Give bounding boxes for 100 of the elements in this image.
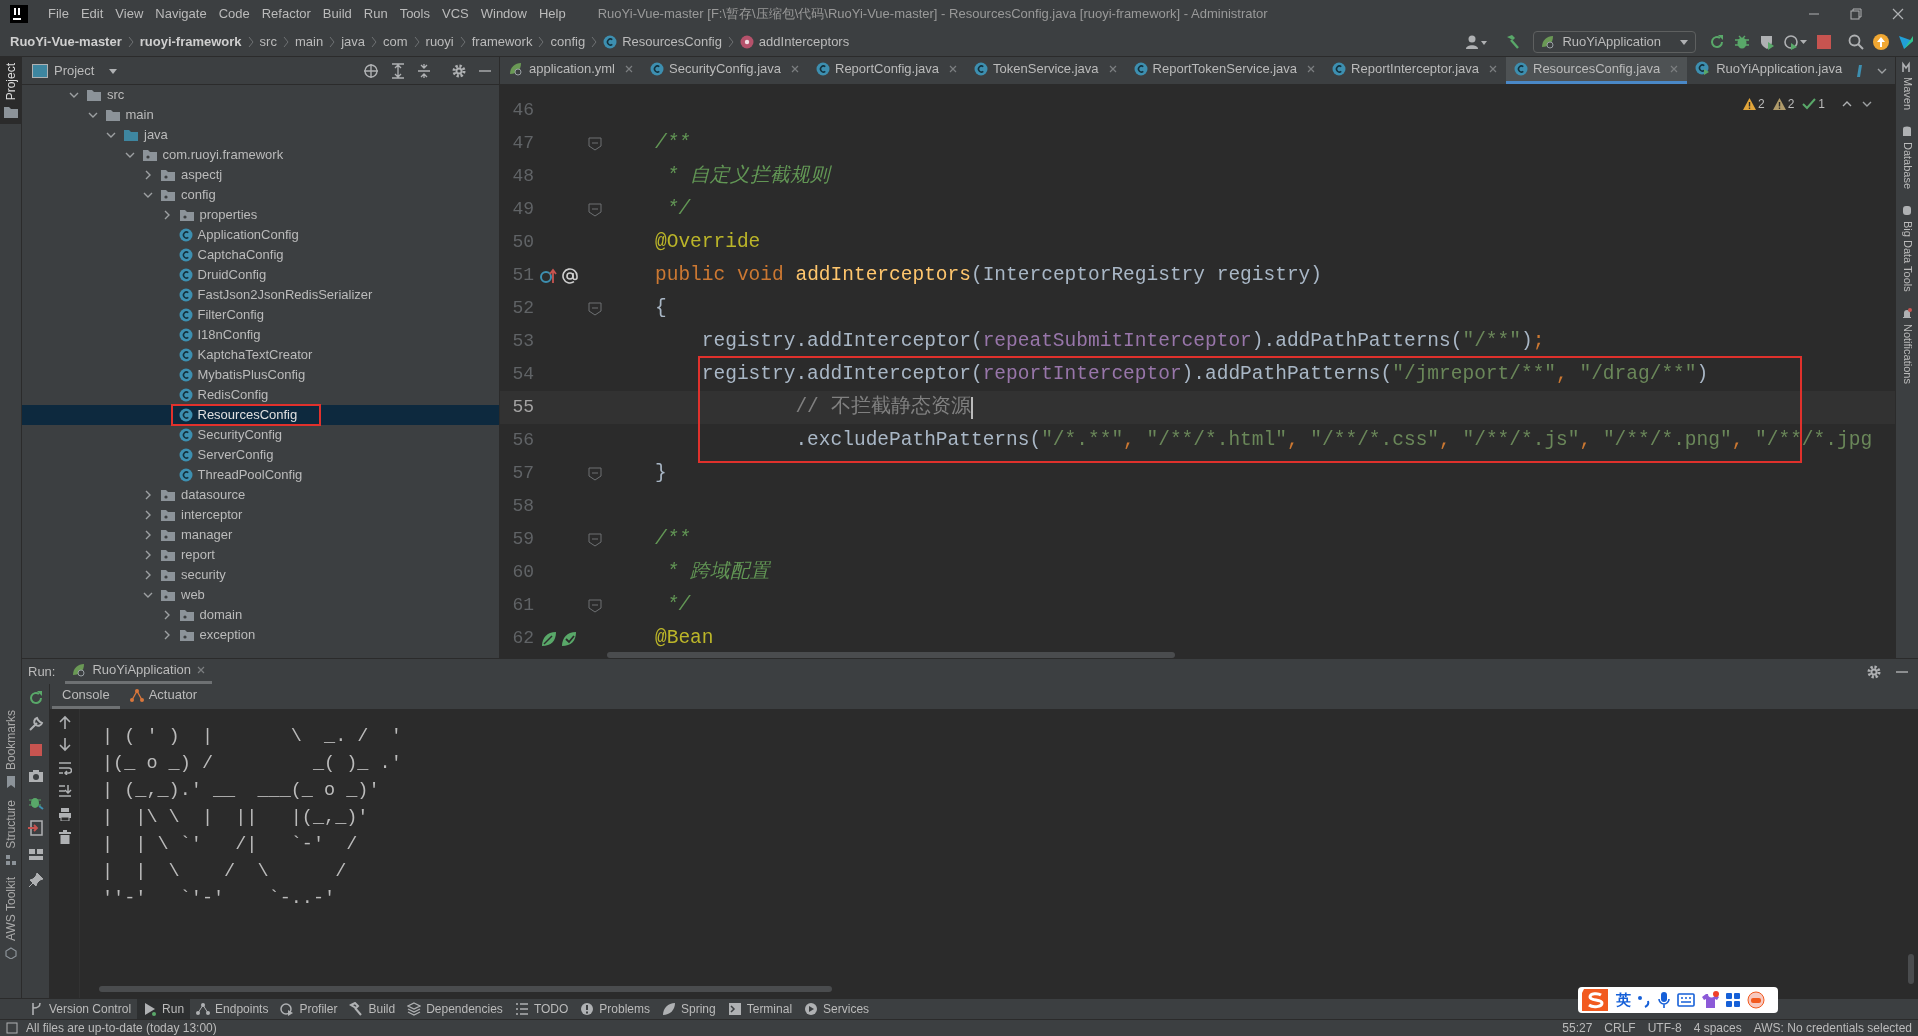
tool-window-button[interactable]: Services (798, 999, 876, 1019)
rerun-icon[interactable] (1709, 34, 1725, 50)
tree-row[interactable]: FastJson2JsonRedisSerializer (22, 285, 499, 305)
editor-tab[interactable]: ReportTokenService.java (1125, 57, 1325, 84)
tree-row[interactable]: main (22, 105, 499, 125)
close-icon[interactable] (948, 64, 959, 74)
menu-item[interactable]: File (42, 4, 75, 24)
status-item[interactable]: CRLF (1604, 1019, 1636, 1036)
status-item[interactable]: UTF-8 (1647, 1019, 1682, 1036)
close-icon[interactable] (1488, 64, 1498, 74)
tree-row[interactable]: manager (22, 525, 499, 545)
editor-tab[interactable]: SecurityConfig.java (642, 57, 808, 84)
print-icon[interactable] (57, 807, 72, 821)
side-tab[interactable]: Structure (0, 794, 21, 872)
arrow-down-icon[interactable] (57, 738, 72, 752)
tree-row[interactable]: MybatisPlusConfig (22, 365, 499, 385)
breadcrumb-item[interactable]: addInterceptors (758, 32, 850, 52)
ime-mode[interactable]: 英 (1616, 988, 1631, 1012)
tool-window-button[interactable]: Run (137, 999, 191, 1019)
breadcrumb-item[interactable]: main (294, 32, 324, 52)
soft-wrap-icon[interactable] (57, 761, 72, 775)
status-item[interactable]: 55:27 (1562, 1019, 1593, 1036)
tree-row[interactable]: SecurityConfig (22, 425, 499, 445)
vertical-scrollbar[interactable] (1908, 954, 1914, 984)
menu-item[interactable]: Navigate (149, 4, 213, 24)
fold-marker-icon[interactable] (588, 466, 602, 481)
tree-row[interactable]: domain (22, 605, 499, 625)
editor-tab[interactable]: ReportInterceptor.java (1324, 57, 1506, 84)
tree-row[interactable]: ApplicationConfig (22, 225, 499, 245)
breadcrumb-item[interactable]: ruoyi (425, 32, 454, 52)
camera-icon[interactable] (27, 768, 44, 784)
editor-tab[interactable]: TokenService.java (966, 57, 1126, 84)
tool-window-button[interactable]: Terminal (721, 999, 799, 1019)
tree-row[interactable]: I18nConfig (22, 325, 499, 345)
collapse-all-icon[interactable] (417, 62, 431, 79)
tool-window-button[interactable]: Dependencies (401, 999, 509, 1019)
wrench-icon[interactable] (27, 716, 44, 732)
breadcrumb-item[interactable]: framework (471, 32, 533, 52)
status-item[interactable]: AWS: No credentials selected (1753, 1019, 1912, 1036)
close-icon[interactable] (1306, 64, 1317, 74)
close-icon[interactable] (790, 64, 800, 74)
breadcrumb-item[interactable]: RuoYi-Vue-master (10, 32, 122, 52)
tree-row[interactable]: ThreadPoolConfig (22, 465, 499, 485)
mascot-icon[interactable] (1747, 991, 1765, 1009)
menu-item[interactable]: Edit (74, 4, 110, 24)
breadcrumb-item[interactable]: ruoyi-framework (139, 32, 242, 52)
breadcrumb-item[interactable]: src (259, 32, 277, 52)
pin-icon[interactable] (27, 872, 44, 888)
tool-window-button[interactable]: Spring (656, 999, 722, 1019)
layout-icon[interactable] (27, 846, 44, 862)
tree-row[interactable]: com.ruoyi.framework (22, 145, 499, 165)
menu-item[interactable]: Build (316, 4, 358, 24)
horizontal-scrollbar[interactable] (607, 652, 1175, 658)
tool-window-button[interactable]: Profiler (274, 999, 344, 1019)
editor-tab[interactable]: ResourcesConfig.java (1506, 57, 1688, 84)
tree-row[interactable]: aspectj (22, 165, 499, 185)
tree-row[interactable]: config (22, 185, 499, 205)
tree-row[interactable]: web (22, 585, 499, 605)
tool-window-button[interactable]: Endpoints (190, 999, 275, 1019)
horizontal-scrollbar[interactable] (99, 986, 832, 992)
close-icon[interactable] (1892, 8, 1904, 20)
editor-tab[interactable]: RuoYiApplication.java (1687, 57, 1851, 84)
breadcrumb-item[interactable]: com (383, 32, 408, 52)
debug-icon[interactable] (1734, 34, 1750, 50)
app-logo-icon[interactable] (10, 5, 28, 23)
ime-logo-icon[interactable] (1580, 987, 1610, 1013)
settings-icon[interactable] (451, 62, 467, 79)
profile-icon[interactable] (1784, 34, 1808, 50)
rerun-icon[interactable] (27, 690, 44, 706)
side-tab[interactable]: Database (1901, 126, 1913, 190)
tree-row[interactable]: RedisConfig (22, 385, 499, 405)
plugin-icon[interactable] (1898, 34, 1914, 50)
tree-row[interactable]: datasource (22, 485, 499, 505)
side-tab[interactable]: AWS Toolkit (0, 871, 21, 966)
console-tab[interactable]: Actuator (119, 684, 208, 709)
tree-row[interactable]: properties (22, 205, 499, 225)
menu-item[interactable]: VCS (436, 4, 475, 24)
shield-icon[interactable] (1759, 34, 1775, 50)
menu-item[interactable]: Code (212, 4, 256, 24)
breadcrumb-item[interactable]: config (550, 32, 586, 52)
tree-row[interactable]: report (22, 545, 499, 565)
update-icon[interactable] (1873, 34, 1889, 50)
trash-icon[interactable] (57, 830, 72, 844)
fold-marker-icon[interactable] (588, 532, 602, 547)
breadcrumb-item[interactable]: ResourcesConfig (622, 32, 722, 52)
side-tab[interactable]: Bookmarks (0, 704, 21, 795)
fold-marker-icon[interactable] (588, 301, 602, 316)
settings-icon[interactable] (1866, 663, 1882, 680)
grid-icon[interactable] (1725, 992, 1741, 1008)
side-tab[interactable]: Maven (1901, 61, 1913, 111)
menu-item[interactable]: Refactor (255, 4, 317, 24)
tree-row[interactable]: exception (22, 625, 499, 645)
crosshair-icon[interactable] (363, 62, 379, 79)
restore-icon[interactable] (1850, 8, 1862, 20)
stop-icon[interactable] (27, 742, 44, 758)
tool-window-button[interactable]: TODO (508, 999, 575, 1019)
close-icon[interactable] (624, 64, 634, 74)
status-item[interactable]: 4 spaces (1693, 1019, 1742, 1036)
run-configuration-dropdown[interactable]: RuoYiApplication (1533, 31, 1696, 53)
tree-row[interactable]: security (22, 565, 499, 585)
